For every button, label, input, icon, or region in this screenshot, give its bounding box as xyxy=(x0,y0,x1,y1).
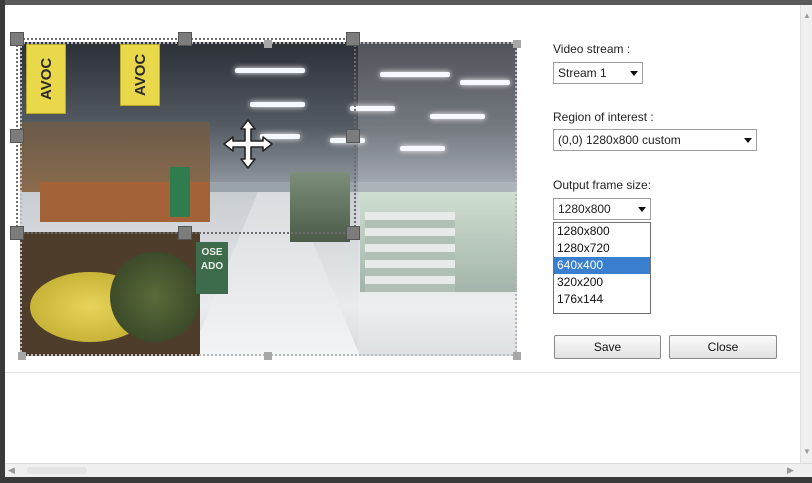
roi-resize-handle-left[interactable] xyxy=(10,129,24,143)
roi-resize-handle-bottom-left[interactable] xyxy=(10,226,24,240)
horizontal-scroll-thumb[interactable] xyxy=(27,467,87,474)
output-frame-size-dropdown-list[interactable]: 1280x800 1280x720 640x400 320x200 176x14… xyxy=(553,222,651,314)
frame-size-option[interactable]: 320x200 xyxy=(554,274,650,291)
scroll-down-arrow-icon[interactable]: ▼ xyxy=(803,447,811,456)
output-frame-size-label: Output frame size: xyxy=(553,178,652,192)
roi-resize-handle-bottom-right[interactable] xyxy=(346,226,360,240)
frame-edge-handle xyxy=(264,352,272,360)
roi-resize-handle-top[interactable] xyxy=(178,32,192,46)
frame-size-option[interactable]: 1280x800 xyxy=(554,223,650,240)
roi-resize-handle-top-right[interactable] xyxy=(346,32,360,46)
region-of-interest-label: Region of interest : xyxy=(553,110,654,124)
video-stream-value: Stream 1 xyxy=(558,66,607,80)
frame-size-option[interactable]: 176x144 xyxy=(554,291,650,308)
frame-corner-handle xyxy=(513,352,521,360)
horizontal-scrollbar[interactable]: ◀ ▶ xyxy=(5,463,812,477)
video-stream-select[interactable]: Stream 1 xyxy=(553,62,643,84)
roi-resize-handle-right[interactable] xyxy=(346,129,360,143)
roi-resize-handle-top-left[interactable] xyxy=(10,32,24,46)
frame-corner-handle xyxy=(513,40,521,48)
video-stream-label: Video stream : xyxy=(553,42,631,56)
chevron-down-icon xyxy=(630,70,638,76)
chevron-down-icon xyxy=(744,137,752,143)
scroll-left-arrow-icon[interactable]: ◀ xyxy=(8,465,15,476)
scroll-right-arrow-icon[interactable]: ▶ xyxy=(787,465,794,476)
close-button[interactable]: Close xyxy=(669,335,777,359)
scroll-up-arrow-icon[interactable]: ▲ xyxy=(803,11,811,20)
output-frame-size-select[interactable]: 1280x800 xyxy=(553,198,651,220)
chevron-down-icon xyxy=(638,206,646,212)
frame-size-option-highlighted[interactable]: 640x400 xyxy=(554,257,650,274)
save-button[interactable]: Save xyxy=(554,335,661,359)
region-of-interest-select[interactable]: (0,0) 1280x800 custom xyxy=(553,129,757,151)
frame-corner-handle xyxy=(18,352,26,360)
frame-size-option[interactable]: 1280x720 xyxy=(554,240,650,257)
output-frame-size-value: 1280x800 xyxy=(558,202,611,216)
roi-selection-box[interactable] xyxy=(16,38,356,234)
window-bottom-border xyxy=(0,477,812,483)
region-of-interest-value: (0,0) 1280x800 custom xyxy=(558,133,681,147)
vertical-scrollbar[interactable]: ▲ ▼ xyxy=(800,5,812,463)
roi-resize-handle-bottom[interactable] xyxy=(178,226,192,240)
